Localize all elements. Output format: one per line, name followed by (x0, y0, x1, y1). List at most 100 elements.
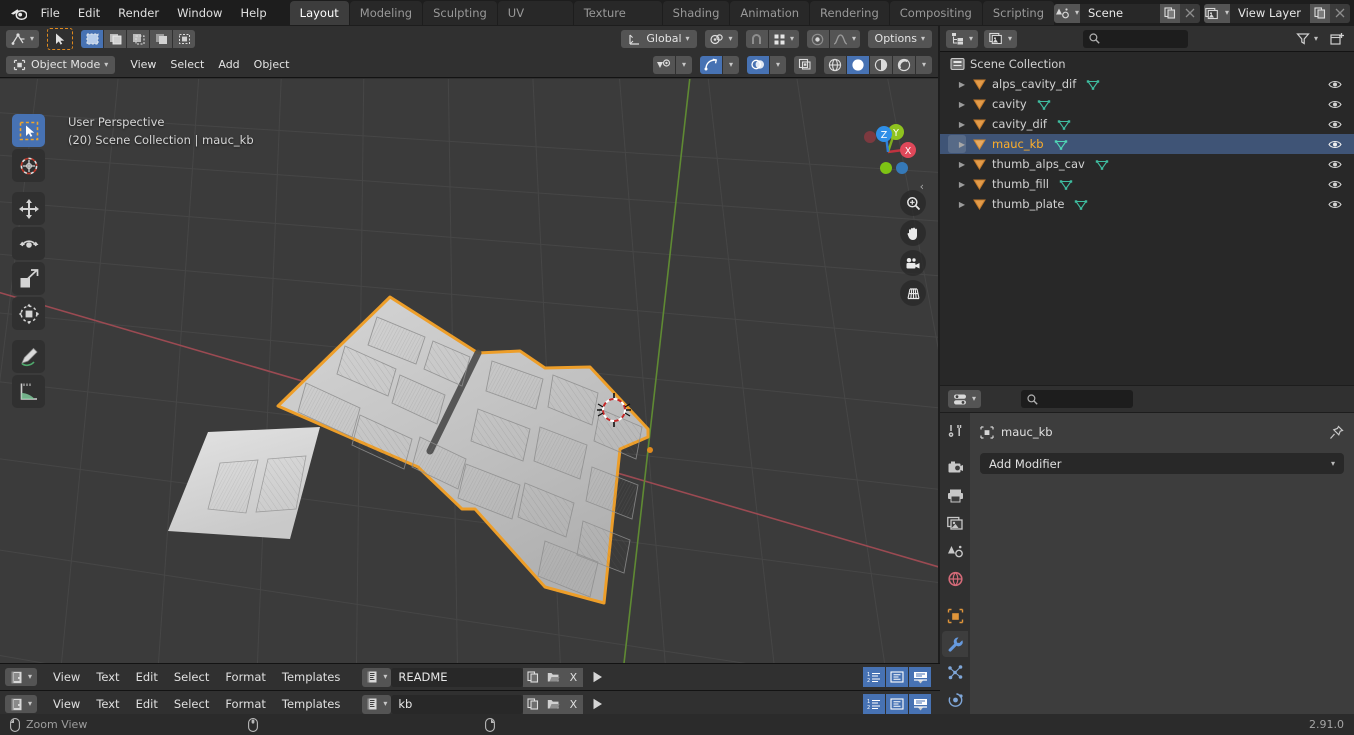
new-collection-button[interactable] (1327, 30, 1348, 48)
outliner-row-0[interactable]: ▶ alps_cavity_dif (940, 74, 1354, 94)
tab-rendering[interactable]: Rendering (810, 1, 889, 25)
rotate-tool[interactable] (12, 227, 45, 260)
viewport-3d-canvas[interactable] (0, 79, 938, 663)
tab-scripting[interactable]: Scripting (982, 1, 1054, 25)
annotate-tool[interactable] (12, 340, 45, 373)
outliner-row-3[interactable]: ▶ mauc_kb (940, 134, 1354, 154)
open-text-button[interactable] (543, 667, 564, 687)
visibility-toggle[interactable] (1328, 194, 1342, 214)
move-view-button[interactable] (900, 220, 926, 246)
viewport-menu-add[interactable]: Add (211, 56, 246, 74)
text-filename-field[interactable]: README (391, 667, 524, 687)
world-tab[interactable] (942, 566, 968, 592)
move-tool[interactable] (12, 192, 45, 225)
output-tab[interactable] (942, 482, 968, 508)
blender-logo-icon[interactable] (6, 6, 32, 21)
unlink-scene-button[interactable] (1180, 3, 1200, 23)
scale-tool[interactable] (12, 262, 45, 295)
editor-type-text-icon[interactable]: ▾ (5, 668, 38, 686)
text-menu-view[interactable]: View (45, 668, 88, 687)
text-datablock-dropdown[interactable]: ▾ (362, 667, 392, 687)
gizmo-icon[interactable] (700, 55, 722, 74)
outliner-tree[interactable]: Scene Collection ▶ alps_cavity_dif ▶ cav… (940, 52, 1354, 385)
outliner-search-input[interactable] (1083, 29, 1189, 48)
tweak-select-box-tool[interactable] (12, 114, 45, 147)
zoom-view-button[interactable] (900, 190, 926, 216)
tool-tab[interactable] (942, 417, 968, 443)
shading-material-preview-button[interactable] (870, 55, 892, 74)
shading-wireframe-button[interactable] (824, 55, 846, 74)
viewport-options-dropdown[interactable]: Options ▾ (867, 30, 932, 48)
select-invert-button[interactable] (150, 30, 173, 48)
syntax-highlight-icon[interactable] (909, 667, 931, 687)
object-name-label[interactable]: cavity (992, 97, 1027, 111)
run-script-button[interactable] (588, 695, 606, 714)
object-tab[interactable] (942, 603, 968, 629)
modifier-tab[interactable] (942, 631, 968, 657)
visibility-dropdown[interactable]: ▾ (676, 55, 692, 74)
falloff-curve-dropdown[interactable]: ▾ (829, 30, 860, 48)
tab-uv-editing[interactable]: UV Editing (497, 1, 573, 44)
overlays-dropdown[interactable]: ▾ (770, 55, 786, 74)
physics-tab[interactable] (942, 687, 968, 713)
text-menu-select[interactable]: Select (166, 668, 217, 687)
tab-shading[interactable]: Shading (662, 1, 730, 25)
select-subtract-button[interactable] (127, 30, 150, 48)
run-script-button[interactable] (588, 668, 606, 687)
object-name-label[interactable]: thumb_plate (992, 197, 1064, 211)
editor-type-text-icon[interactable]: ▾ (5, 695, 38, 713)
new-text-button[interactable] (523, 667, 544, 687)
new-scene-button[interactable] (1160, 3, 1180, 23)
render-tab[interactable] (942, 454, 968, 480)
menu-edit[interactable]: Edit (69, 3, 109, 23)
new-text-button[interactable] (523, 694, 544, 714)
expand-arrow-icon[interactable]: ▶ (954, 120, 970, 129)
tab-modeling[interactable]: Modeling (349, 1, 423, 25)
object-name-label[interactable]: thumb_alps_cav (992, 157, 1085, 171)
object-name-label[interactable]: alps_cavity_dif (992, 77, 1076, 91)
line-numbers-icon[interactable]: 1 2 (863, 667, 885, 687)
text-menu-text[interactable]: Text (88, 668, 127, 687)
outliner-display-mode-icon[interactable]: ▾ (946, 29, 979, 48)
cursor-tool[interactable] (12, 149, 45, 182)
tab-layout[interactable]: Layout (289, 1, 349, 25)
visibility-toggle[interactable] (1328, 134, 1342, 154)
transform-tool[interactable] (12, 297, 45, 330)
tab-sculpting[interactable]: Sculpting (423, 1, 497, 25)
shading-rendered-button[interactable] (893, 55, 915, 74)
pin-icon[interactable] (1329, 425, 1344, 440)
text-menu-edit[interactable]: Edit (128, 668, 166, 687)
select-set-button[interactable] (81, 30, 104, 48)
editor-type-properties-icon[interactable]: ▾ (948, 390, 982, 408)
menu-render[interactable]: Render (109, 3, 168, 23)
camera-view-button[interactable] (900, 250, 926, 276)
text-datablock-dropdown[interactable]: ▾ (362, 694, 392, 714)
outliner-row-1[interactable]: ▶ cavity (940, 94, 1354, 114)
tab-compositing[interactable]: Compositing (889, 1, 982, 25)
object-name-label[interactable]: mauc_kb (992, 137, 1044, 151)
shading-solid-button[interactable] (847, 55, 869, 74)
navigation-axis-gizmo[interactable]: X Y Z (850, 114, 926, 186)
shading-dropdown[interactable]: ▾ (916, 55, 932, 74)
view-layer-datablock[interactable]: ▾ View Layer (1204, 3, 1350, 23)
add-modifier-button[interactable]: Add Modifier ▾ (980, 453, 1344, 474)
word-wrap-icon[interactable] (886, 667, 908, 687)
outliner-row-4[interactable]: ▶ thumb_alps_cav (940, 154, 1354, 174)
editor-type-3dview-icon[interactable]: ▾ (6, 30, 40, 48)
text-filename-field[interactable]: kb (391, 694, 524, 714)
outliner-row-2[interactable]: ▶ cavity_dif (940, 114, 1354, 134)
proportional-editing-icon[interactable] (806, 30, 829, 48)
scene-name[interactable]: Scene (1080, 6, 1160, 20)
open-text-button[interactable] (543, 694, 564, 714)
toggle-perspective-button[interactable] (900, 280, 926, 306)
scene-tab[interactable] (942, 538, 968, 564)
gizmo-dropdown[interactable]: ▾ (723, 55, 739, 74)
visibility-toggle[interactable] (1328, 114, 1342, 134)
text-menu-text[interactable]: Text (88, 695, 127, 714)
snap-target-dropdown[interactable]: ▾ (768, 30, 799, 48)
particles-tab[interactable] (942, 659, 968, 685)
expand-arrow-icon[interactable]: ▶ (954, 160, 970, 169)
overlays-icon[interactable] (747, 55, 769, 74)
snap-magnet-icon[interactable] (745, 30, 768, 48)
view-layer-name[interactable]: View Layer (1230, 6, 1310, 20)
